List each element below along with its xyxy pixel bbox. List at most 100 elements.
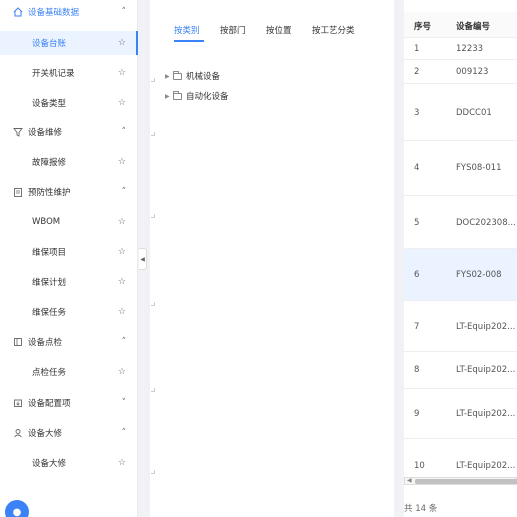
- menu-label: WBOM: [32, 217, 61, 227]
- chevron-up-icon[interactable]: ˄: [122, 187, 127, 197]
- star-icon[interactable]: ☆: [118, 38, 126, 48]
- menu-group-equipment-inspection[interactable]: 设备点检 ˄: [0, 330, 138, 354]
- chevron-up-icon[interactable]: ˄: [122, 127, 127, 137]
- menu-item-fault-report[interactable]: 故障报修 ☆: [0, 150, 138, 174]
- square-icon: [12, 337, 23, 348]
- menu-group-equipment-config[interactable]: 设备配置项 ˅: [0, 391, 138, 415]
- table-row[interactable]: 3 DDCC01: [404, 84, 517, 141]
- collapse-sidebar-handle[interactable]: ◀: [139, 248, 147, 270]
- caret-right-icon[interactable]: ▶: [165, 93, 173, 100]
- star-icon[interactable]: ☆: [118, 217, 126, 227]
- config-icon: [12, 398, 23, 409]
- cell-index: 1: [414, 44, 420, 54]
- table-row[interactable]: 5 DOC202308...: [404, 196, 517, 249]
- chevron-up-icon[interactable]: ˄: [122, 7, 127, 17]
- star-icon[interactable]: ☆: [118, 277, 126, 287]
- table-row[interactable]: 8 LT-Equip202...: [404, 352, 517, 389]
- menu-item-maintenance-items[interactable]: 维保项目 ☆: [0, 240, 138, 264]
- cell-index: 6: [414, 270, 420, 280]
- resize-mark: [151, 78, 155, 82]
- table-row[interactable]: 10 LT-Equip202...: [404, 439, 517, 477]
- folder-icon: [173, 90, 182, 100]
- tree-node-automation[interactable]: ▶ 自动化设备: [165, 90, 229, 102]
- menu-item-equipment-types[interactable]: 设备类型 ☆: [0, 91, 138, 115]
- menu-label: 开关机记录: [32, 69, 75, 79]
- menu-item-wbom[interactable]: WBOM ☆: [0, 210, 138, 234]
- cell-index: 2: [414, 67, 420, 77]
- menu-item-maintenance-tasks[interactable]: 维保任务 ☆: [0, 300, 138, 324]
- column-header-index[interactable]: 序号: [414, 20, 431, 32]
- cell-code: FYS02-008: [456, 270, 502, 280]
- menu-item-maintenance-plan[interactable]: 维保计划 ☆: [0, 270, 138, 294]
- cell-index: 8: [414, 365, 420, 375]
- cell-index: 9: [414, 409, 420, 419]
- horizontal-scrollbar[interactable]: ◀: [404, 477, 517, 485]
- home-icon: [12, 7, 23, 18]
- sidebar: 设备基础数据 ˄ 设备台账 ☆ 开关机记录 ☆ 设备类型 ☆ 设备维修 ˄ 故障…: [0, 0, 138, 517]
- table-header: 序号 设备编号: [404, 12, 517, 38]
- cell-index: 10: [414, 461, 425, 471]
- menu-label: 维保计划: [32, 278, 67, 288]
- menu-label: 设备点检: [28, 338, 63, 348]
- tree-node-label: 自动化设备: [186, 92, 229, 102]
- table-row[interactable]: 4 FYS08-011: [404, 141, 517, 196]
- cell-code: LT-Equip202...: [456, 409, 516, 419]
- folder-icon: [173, 70, 182, 80]
- cell-code: DDCC01: [456, 108, 492, 118]
- menu-item-equipment-ledger[interactable]: 设备台账 ☆: [0, 31, 138, 55]
- menu-label: 设备基础数据: [28, 8, 80, 18]
- cell-code: LT-Equip202...: [456, 365, 516, 375]
- tree-node-mechanical[interactable]: ▶ 机械设备: [165, 70, 220, 82]
- cell-index: 5: [414, 218, 420, 228]
- tree-tabs: 按类别 按部门 按位置 按工艺分类: [150, 24, 394, 44]
- menu-item-power-records[interactable]: 开关机记录 ☆: [0, 61, 138, 85]
- menu-label: 设备维修: [28, 128, 63, 138]
- menu-item-equipment-overhaul[interactable]: 设备大修 ☆: [0, 451, 138, 475]
- cell-index: 3: [414, 108, 420, 118]
- menu-label: 点检任务: [32, 368, 67, 378]
- star-icon[interactable]: ☆: [118, 157, 126, 167]
- scroll-left-icon[interactable]: ◀: [407, 477, 412, 484]
- menu-group-equipment-repair[interactable]: 设备维修 ˄: [0, 120, 138, 144]
- table-row-selected[interactable]: 6 FYS02-008: [404, 249, 517, 301]
- category-tree-panel: 按类别 按部门 按位置 按工艺分类 ▶ 机械设备 ▶ 自动化设备: [150, 0, 394, 517]
- resize-mark: [151, 388, 155, 392]
- menu-label: 设备配置项: [28, 399, 71, 409]
- star-icon[interactable]: ☆: [118, 247, 126, 257]
- chevron-up-icon[interactable]: ˄: [122, 428, 127, 438]
- table-row[interactable]: 7 LT-Equip202...: [404, 301, 517, 352]
- assistant-bot-icon[interactable]: ●: [5, 500, 29, 517]
- menu-group-preventive-maintenance[interactable]: 预防性维护 ˄: [0, 180, 138, 204]
- star-icon[interactable]: ☆: [118, 68, 126, 78]
- caret-right-icon[interactable]: ▶: [165, 73, 173, 80]
- cell-code: LT-Equip202...: [456, 461, 516, 471]
- cell-index: 7: [414, 322, 420, 332]
- star-icon[interactable]: ☆: [118, 458, 126, 468]
- tab-by-location[interactable]: 按位置: [266, 24, 292, 36]
- chevron-up-icon[interactable]: ˄: [122, 337, 127, 347]
- table-row[interactable]: 2 009123: [404, 60, 517, 84]
- chevron-down-icon[interactable]: ˅: [122, 398, 127, 408]
- star-icon[interactable]: ☆: [118, 307, 126, 317]
- star-icon[interactable]: ☆: [118, 98, 126, 108]
- tab-by-category[interactable]: 按类别: [174, 24, 200, 36]
- tab-by-department[interactable]: 按部门: [220, 24, 246, 36]
- user-icon: [12, 428, 23, 439]
- table-row[interactable]: 1 12233: [404, 38, 517, 60]
- table-row[interactable]: 9 LT-Equip202...: [404, 389, 517, 439]
- cell-code: FYS08-011: [456, 163, 502, 173]
- star-icon[interactable]: ☆: [118, 367, 126, 377]
- tab-by-process[interactable]: 按工艺分类: [312, 24, 355, 36]
- menu-label: 设备台账: [32, 39, 67, 49]
- menu-label: 设备类型: [32, 99, 67, 109]
- active-tab-indicator: [174, 40, 204, 42]
- menu-label: 预防性维护: [28, 188, 71, 198]
- menu-group-equipment-overhaul[interactable]: 设备大修 ˄: [0, 421, 138, 445]
- chevron-left-icon: ◀: [140, 255, 145, 263]
- menu-group-equipment-basic-data[interactable]: 设备基础数据 ˄: [0, 0, 138, 24]
- column-header-code[interactable]: 设备编号: [456, 20, 490, 32]
- filter-icon: [12, 127, 23, 138]
- menu-item-inspection-tasks[interactable]: 点检任务 ☆: [0, 360, 138, 384]
- scrollbar-thumb[interactable]: [415, 479, 517, 484]
- cell-code: 009123: [456, 67, 489, 77]
